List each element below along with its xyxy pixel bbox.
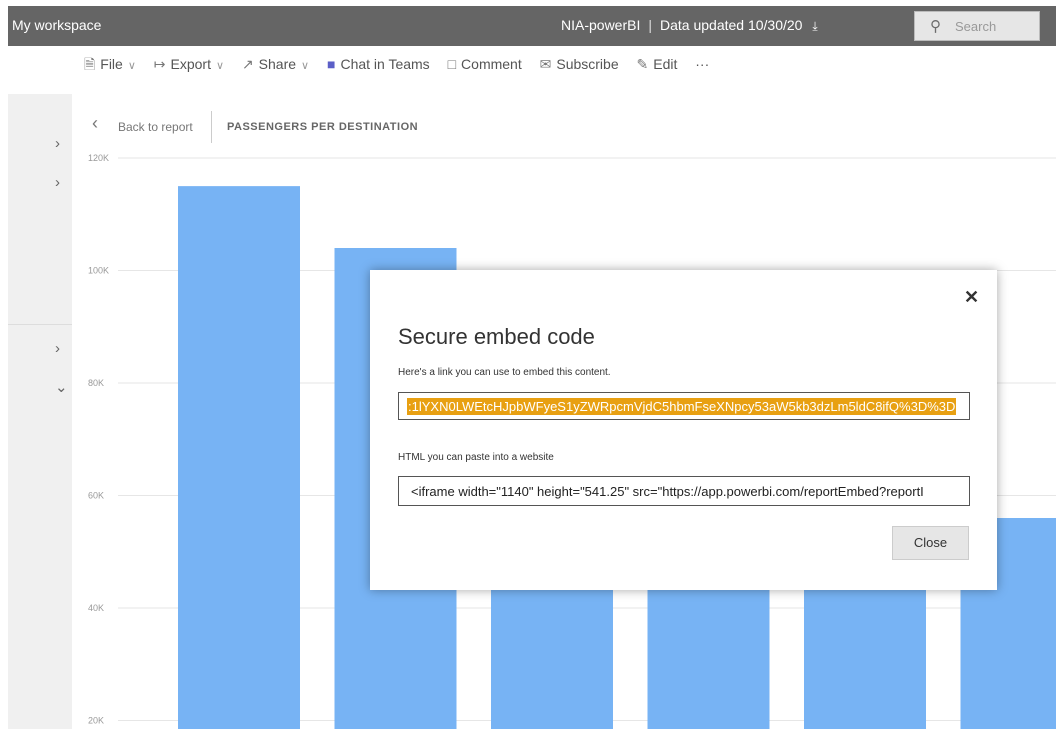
embed-html-field[interactable]: <iframe width="1140" height="541.25" src… (398, 476, 970, 506)
embed-link-field[interactable]: :1lYXN0LWEtcHJpbWFyeS1yZWRpcmVjdC5hbmFse… (398, 392, 970, 420)
y-tick-label: 100K (88, 266, 109, 276)
html-label: HTML you can paste into a website (398, 452, 554, 463)
y-tick-label: 60K (88, 491, 104, 501)
y-tick-label: 40K (88, 603, 104, 613)
link-label: Here's a link you can use to embed this … (398, 367, 611, 378)
close-icon[interactable]: ✕ (964, 287, 979, 308)
y-tick-label: 20K (88, 716, 104, 726)
y-tick-label: 80K (88, 378, 104, 388)
header-divider (211, 111, 212, 143)
back-label: Back to report (118, 120, 193, 134)
chevron-left-icon: ‹ (92, 113, 98, 133)
y-tick-label: 120K (88, 153, 109, 163)
bar[interactable] (178, 186, 300, 729)
secure-embed-dialog: ✕ Secure embed code Here's a link you ca… (370, 270, 997, 590)
visual-title: PASSENGERS PER DESTINATION (227, 121, 419, 133)
embed-link-value: :1lYXN0LWEtcHJpbWFyeS1yZWRpcmVjdC5hbmFse… (407, 398, 957, 415)
embed-html-value: <iframe width="1140" height="541.25" src… (411, 484, 924, 499)
close-button[interactable]: Close (892, 526, 969, 560)
dialog-title: Secure embed code (398, 324, 595, 349)
